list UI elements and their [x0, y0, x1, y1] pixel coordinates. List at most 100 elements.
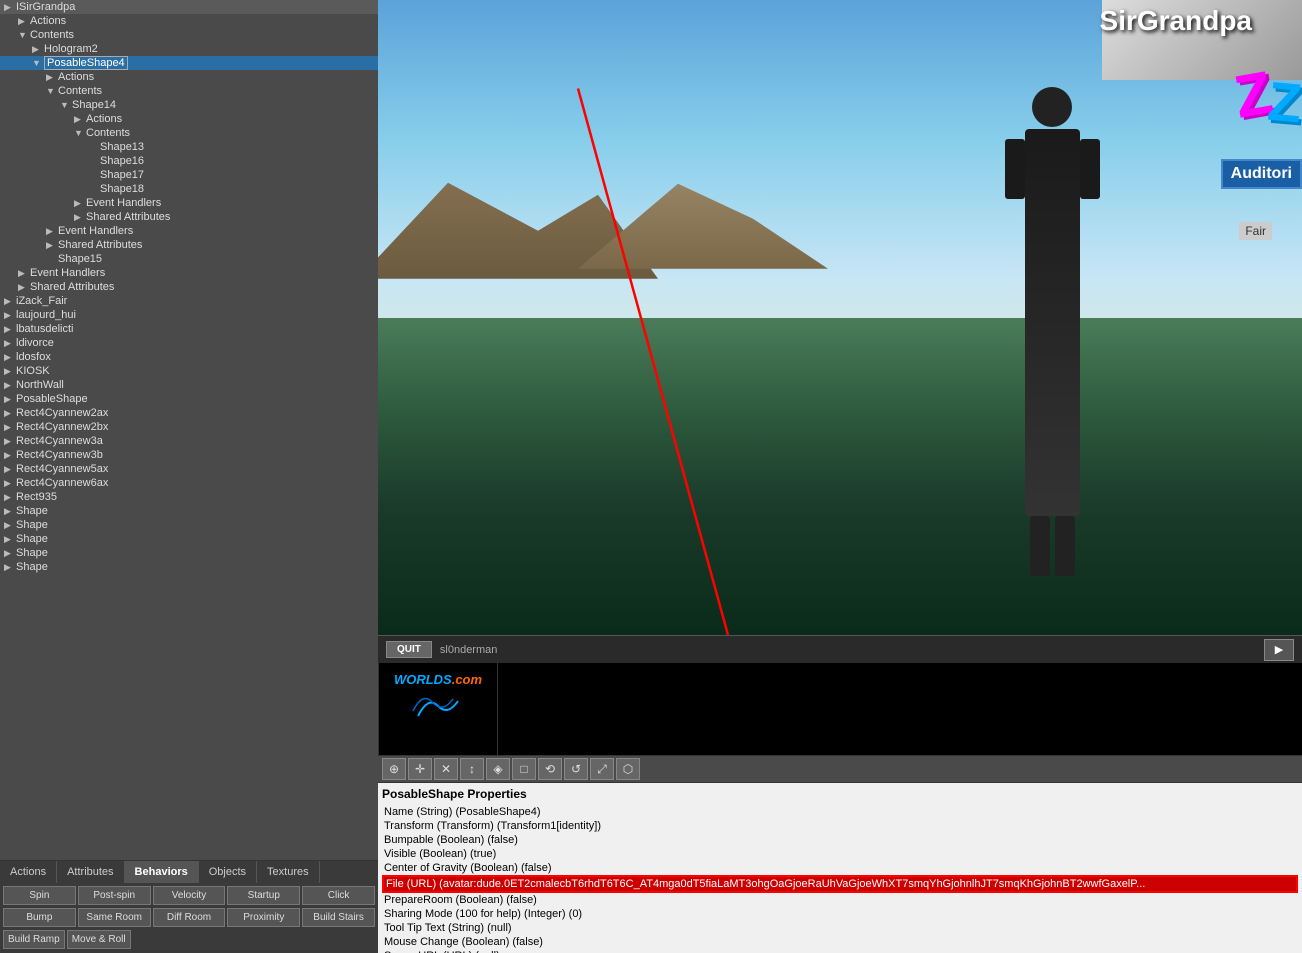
beh-btn-spin[interactable]: Spin [3, 886, 76, 905]
tab-actions[interactable]: Actions [0, 861, 57, 883]
tree-item-shape13[interactable]: Shape13 [0, 140, 378, 154]
tab-attributes[interactable]: Attributes [57, 861, 124, 883]
tree-label-rect4cya2ax: Rect4Cyannew2ax [16, 407, 108, 419]
tree-item-shape15[interactable]: Shape15 [0, 252, 378, 266]
tree-arrow-eventhandlers3: ▶ [18, 268, 30, 279]
prop-row-7[interactable]: Sharing Mode (100 for help) (Integer) (0… [382, 907, 1298, 921]
prop-row-8[interactable]: Tool Tip Text (String) (null) [382, 921, 1298, 935]
prop-row-5[interactable]: File (URL) (avatar:dude.0ET2cmalecbT6rhd… [382, 875, 1298, 893]
beh-btn-diff-room[interactable]: Diff Room [153, 908, 226, 927]
viewport: SirGrandpa Z Z Auditori Fair QUIT sl0nde… [378, 0, 1302, 635]
beh-btn-build-stairs[interactable]: Build Stairs [302, 908, 375, 927]
tree-item-contents1[interactable]: ▼Contents [0, 28, 378, 42]
tree-item-contents2[interactable]: ▼Contents [0, 84, 378, 98]
behaviors-row3: Build RampMove & Roll [0, 930, 378, 953]
tree-item-shape_e[interactable]: ▶Shape [0, 560, 378, 574]
snap-tool[interactable]: ◈ [486, 758, 510, 780]
tree-item-rect4cya3b[interactable]: ▶Rect4Cyannew3b [0, 448, 378, 462]
quit-button[interactable]: QUIT [386, 641, 432, 658]
tool7[interactable]: ⟲ [538, 758, 562, 780]
tree-arrow-kiosk: ▶ [4, 366, 16, 377]
tree-arrow-laujourd: ▶ [4, 310, 16, 321]
tree-item-eventhandlers1[interactable]: ▶Event Handlers [0, 196, 378, 210]
prop-row-9[interactable]: Mouse Change (Boolean) (false) [382, 935, 1298, 949]
tree-item-posableshape[interactable]: ▶PosableShape [0, 392, 378, 406]
tree-item-ldosfox[interactable]: ▶ldosfox [0, 350, 378, 364]
beh-btn-move-&-roll[interactable]: Move & Roll [67, 930, 131, 949]
tree-label-sharedattr1: Shared Attributes [86, 211, 170, 223]
arrow-right-button[interactable]: ▶ [1264, 639, 1294, 661]
tree-item-isir[interactable]: ▶ISirGrandpa [0, 0, 378, 14]
tree-label-eventhandlers3: Event Handlers [30, 267, 105, 279]
tree-item-sharedattr2[interactable]: ▶Shared Attributes [0, 238, 378, 252]
tree-arrow-rect4cya2bx: ▶ [4, 422, 16, 433]
tree-item-izackfair[interactable]: ▶iZack_Fair [0, 294, 378, 308]
free-move-tool[interactable]: ↕ [460, 758, 484, 780]
tree-item-northwall[interactable]: ▶NorthWall [0, 378, 378, 392]
prop-row-10[interactable]: Scene URL (URL) (null) [382, 949, 1298, 953]
beh-btn-velocity[interactable]: Velocity [153, 886, 226, 905]
tree-item-shape18[interactable]: Shape18 [0, 182, 378, 196]
tree-item-shape17[interactable]: Shape17 [0, 168, 378, 182]
tree-item-sharedattr3[interactable]: ▶Shared Attributes [0, 280, 378, 294]
tree-label-posableshape: PosableShape [16, 393, 88, 405]
tab-textures[interactable]: Textures [257, 861, 320, 883]
prop-row-2[interactable]: Bumpable (Boolean) (false) [382, 833, 1298, 847]
move-tool[interactable]: ⊕ [382, 758, 406, 780]
tree-item-shape16[interactable]: Shape16 [0, 154, 378, 168]
tree-item-shape14[interactable]: ▼Shape14 [0, 98, 378, 112]
tab-behaviors[interactable]: Behaviors [125, 861, 199, 883]
tree-item-shape_a[interactable]: ▶Shape [0, 504, 378, 518]
tree-item-shape_c[interactable]: ▶Shape [0, 532, 378, 546]
beh-btn-post-spin[interactable]: Post-spin [78, 886, 151, 905]
beh-btn-proximity[interactable]: Proximity [227, 908, 300, 927]
beh-btn-same-room[interactable]: Same Room [78, 908, 151, 927]
tree-label-shape_e: Shape [16, 561, 48, 573]
tree-item-rect4cya2ax[interactable]: ▶Rect4Cyannew2ax [0, 406, 378, 420]
rotate-tool[interactable]: ✛ [408, 758, 432, 780]
tree-item-actions2[interactable]: ▶Actions [0, 70, 378, 84]
tree-item-rect4cya5ax[interactable]: ▶Rect4Cyannew5ax [0, 462, 378, 476]
tree-item-hologram2[interactable]: ▶Hologram2 [0, 42, 378, 56]
tab-objects[interactable]: Objects [199, 861, 257, 883]
tree-item-contents3[interactable]: ▼Contents [0, 126, 378, 140]
tree-item-actions3[interactable]: ▶Actions [0, 112, 378, 126]
prop-row-1[interactable]: Transform (Transform) (Transform1[identi… [382, 819, 1298, 833]
prop-row-0[interactable]: Name (String) (PosableShape4) [382, 805, 1298, 819]
beh-btn-bump[interactable]: Bump [3, 908, 76, 927]
tree-item-shape_b[interactable]: ▶Shape [0, 518, 378, 532]
tree-item-actions1[interactable]: ▶Actions [0, 14, 378, 28]
tree-item-sharedattr1[interactable]: ▶Shared Attributes [0, 210, 378, 224]
tree-item-lbatus[interactable]: ▶lbatusdelicti [0, 322, 378, 336]
tool6[interactable]: □ [512, 758, 536, 780]
tree-item-shape_d[interactable]: ▶Shape [0, 546, 378, 560]
beh-btn-startup[interactable]: Startup [227, 886, 300, 905]
tree-item-kiosk[interactable]: ▶KIOSK [0, 364, 378, 378]
beh-btn-build-ramp[interactable]: Build Ramp [3, 930, 65, 949]
tree-item-eventhandlers3[interactable]: ▶Event Handlers [0, 266, 378, 280]
tool8[interactable]: ↺ [564, 758, 588, 780]
prop-row-4[interactable]: Center of Gravity (Boolean) (false) [382, 861, 1298, 875]
tool10[interactable]: ⬡ [616, 758, 640, 780]
tree-item-rect4cya6ax[interactable]: ▶Rect4Cyannew6ax [0, 476, 378, 490]
tree-item-laujourd[interactable]: ▶laujourd_hui [0, 308, 378, 322]
tree-item-eventhandlers2[interactable]: ▶Event Handlers [0, 224, 378, 238]
tree-item-posable4[interactable]: ▼PosableShape4 [0, 56, 378, 70]
tree-label-rect4cya6ax: Rect4Cyannew6ax [16, 477, 108, 489]
beh-btn-click[interactable]: Click [302, 886, 375, 905]
tree-arrow-eventhandlers1: ▶ [74, 198, 86, 209]
prop-row-3[interactable]: Visible (Boolean) (true) [382, 847, 1298, 861]
prop-row-6[interactable]: PrepareRoom (Boolean) (false) [382, 893, 1298, 907]
tree-item-rect4cya2bx[interactable]: ▶Rect4Cyannew2bx [0, 420, 378, 434]
tree-arrow-ldosfox: ▶ [4, 352, 16, 363]
tab-bar: ActionsAttributesBehaviorsObjectsTexture… [0, 861, 378, 883]
ground [378, 318, 1302, 636]
scale-tool[interactable]: ✕ [434, 758, 458, 780]
tree-scroll[interactable]: ▶ISirGrandpa▶Actions▼Contents▶Hologram2▼… [0, 0, 378, 860]
tree-item-rect935[interactable]: ▶Rect935 [0, 490, 378, 504]
tree-item-ldivorce[interactable]: ▶ldivorce [0, 336, 378, 350]
tool9[interactable]: ⤢ [590, 758, 614, 780]
tree-arrow-rect4cya3b: ▶ [4, 450, 16, 461]
tree-label-eventhandlers1: Event Handlers [86, 197, 161, 209]
tree-item-rect4cya3a[interactable]: ▶Rect4Cyannew3a [0, 434, 378, 448]
